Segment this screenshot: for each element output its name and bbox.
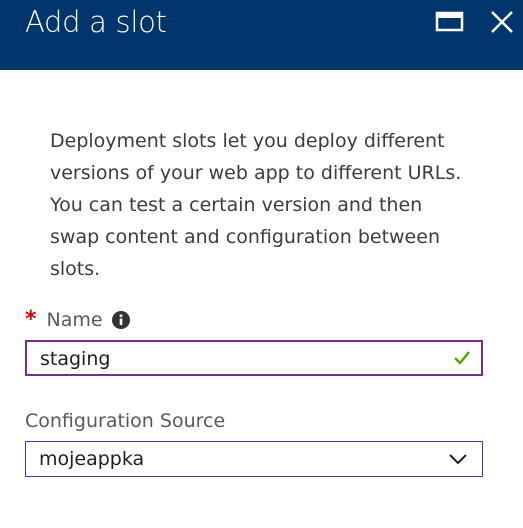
- close-button[interactable]: [487, 7, 517, 37]
- required-mark: *: [25, 307, 37, 332]
- maximize-icon: [435, 11, 464, 32]
- name-input-value: staging: [40, 348, 111, 370]
- config-source-value: mojeappka: [39, 448, 145, 470]
- blade-header: Add a slot: [0, 0, 523, 70]
- config-source-select[interactable]: mojeappka: [25, 441, 483, 477]
- name-input[interactable]: staging: [25, 340, 483, 376]
- name-label: * Name: [25, 308, 130, 332]
- checkmark-icon: [454, 351, 470, 365]
- slot-description: Deployment slots let you deploy differen…: [50, 130, 462, 280]
- maximize-button[interactable]: [434, 8, 466, 36]
- blade-title: Add a slot: [25, 5, 167, 39]
- add-slot-blade: Add a slot Deployment slots let you depl…: [0, 0, 523, 528]
- chevron-down-icon: [449, 454, 467, 465]
- config-source-label: Configuration Source: [25, 410, 226, 432]
- info-icon[interactable]: [111, 311, 130, 329]
- close-icon: [491, 11, 513, 33]
- name-label-text: Name: [46, 309, 103, 331]
